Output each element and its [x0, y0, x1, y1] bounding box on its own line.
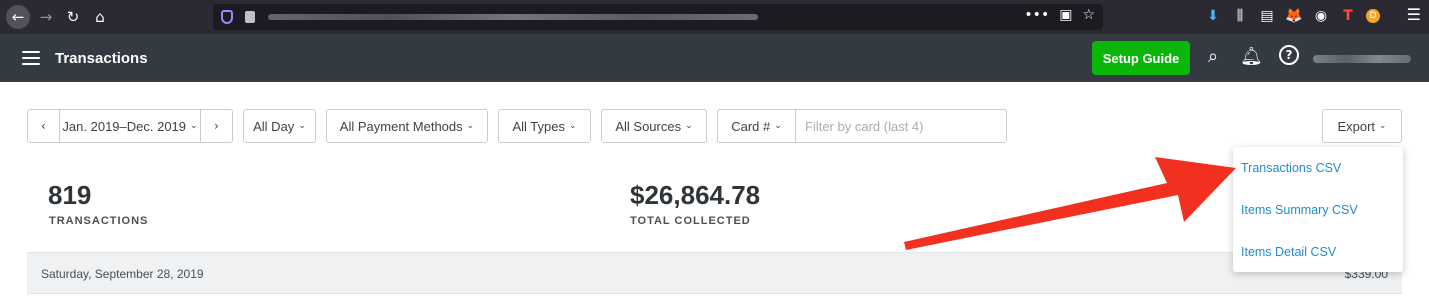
- types-label: All Types: [512, 118, 565, 134]
- search-icon[interactable]: ⌕: [1202, 46, 1224, 67]
- downloads-icon[interactable]: ⬇: [1204, 5, 1222, 27]
- browser-menu-icon[interactable]: ☰: [1407, 5, 1421, 24]
- app-header: Transactions Setup Guide ⌕ 🔔︎ ?: [0, 34, 1429, 82]
- chevron-down-icon: ⌄: [298, 121, 306, 131]
- card-filter: Card # ⌄: [717, 109, 1007, 143]
- date-group-header: Saturday, September 28, 2019 $339.00: [27, 252, 1402, 294]
- transactions-count: 819: [48, 180, 92, 210]
- tracking-shield-icon[interactable]: [221, 10, 233, 24]
- home-icon[interactable]: ⌂: [88, 5, 112, 29]
- date-range-picker: ‹ Jan. 2019–Dec. 2019 ⌄ ›: [27, 109, 233, 143]
- pocket-icon[interactable]: ▣: [1059, 7, 1072, 23]
- page-title: Transactions: [55, 50, 148, 67]
- export-dropdown-menu: Transactions CSV Items Summary CSV Items…: [1233, 147, 1403, 272]
- sidebar-icon[interactable]: ▤: [1258, 5, 1276, 27]
- export-label: Export: [1337, 118, 1376, 134]
- types-select[interactable]: All Types ⌄: [498, 109, 591, 143]
- chevron-down-icon: ⌄: [190, 121, 198, 131]
- export-items-summary-csv[interactable]: Items Summary CSV: [1241, 203, 1358, 217]
- address-bar[interactable]: ••• ▣ ☆: [213, 4, 1103, 30]
- sources-select[interactable]: All Sources ⌄: [601, 109, 707, 143]
- card-select-label: Card #: [731, 118, 771, 134]
- setup-guide-button[interactable]: Setup Guide: [1092, 41, 1190, 75]
- extension-fox-icon[interactable]: 🦊: [1285, 5, 1303, 27]
- date-range-label: Jan. 2019–Dec. 2019: [62, 118, 187, 134]
- help-icon[interactable]: ?: [1279, 45, 1299, 65]
- payment-methods-select[interactable]: All Payment Methods ⌄: [326, 109, 488, 143]
- reload-icon[interactable]: ↻: [61, 5, 85, 29]
- forward-arrow-icon[interactable]: →: [34, 5, 58, 29]
- extension-d-icon[interactable]: D: [1366, 9, 1380, 23]
- date-group-label: Saturday, September 28, 2019: [41, 267, 204, 281]
- chevron-down-icon: ⌄: [1379, 121, 1387, 131]
- date-range-select[interactable]: Jan. 2019–Dec. 2019 ⌄: [58, 110, 202, 142]
- back-arrow-icon[interactable]: ←: [6, 5, 30, 29]
- browser-toolbar: ← → ↻ ⌂ ••• ▣ ☆ ⬇ ⫼ ▤ 🦊 ◉ T D ☰: [0, 0, 1429, 34]
- chevron-down-icon: ⌄: [774, 121, 782, 131]
- export-items-detail-csv[interactable]: Items Detail CSV: [1241, 245, 1336, 259]
- chevron-down-icon: ⌄: [568, 121, 577, 131]
- time-filter-label: All Day: [253, 118, 295, 134]
- hamburger-menu-icon[interactable]: [22, 51, 40, 65]
- sources-label: All Sources: [615, 118, 682, 134]
- next-range-button[interactable]: ›: [201, 110, 232, 142]
- total-collected-amount: $26,864.78: [630, 180, 761, 210]
- total-collected-label: TOTAL COLLECTED: [630, 215, 751, 227]
- previous-range-button[interactable]: ‹: [28, 110, 59, 142]
- blurred-url: [268, 14, 758, 20]
- chevron-down-icon: ⌄: [466, 121, 475, 131]
- account-icon[interactable]: ◉: [1312, 5, 1330, 27]
- blurred-account-name[interactable]: [1313, 55, 1411, 63]
- bookmark-star-icon[interactable]: ☆: [1082, 7, 1095, 23]
- notifications-bell-icon[interactable]: 🔔︎: [1240, 46, 1263, 67]
- export-transactions-csv[interactable]: Transactions CSV: [1241, 161, 1341, 175]
- filter-bar: ‹ Jan. 2019–Dec. 2019 ⌄ › All Day ⌄ All …: [0, 109, 1429, 143]
- transactions-count-label: TRANSACTIONS: [49, 215, 149, 227]
- chevron-down-icon: ⌄: [685, 121, 693, 131]
- card-filter-input[interactable]: [796, 110, 996, 142]
- payment-methods-label: All Payment Methods: [339, 118, 463, 134]
- red-arrow-shape: [904, 157, 1236, 250]
- lock-icon[interactable]: [245, 11, 255, 23]
- export-button[interactable]: Export ⌄: [1322, 109, 1402, 143]
- time-filter-select[interactable]: All Day ⌄: [243, 109, 316, 143]
- page-actions-icon[interactable]: •••: [1024, 7, 1049, 23]
- card-number-select[interactable]: Card # ⌄: [718, 110, 796, 142]
- extension-t-icon[interactable]: T: [1339, 5, 1357, 27]
- library-icon[interactable]: ⫼: [1231, 5, 1249, 27]
